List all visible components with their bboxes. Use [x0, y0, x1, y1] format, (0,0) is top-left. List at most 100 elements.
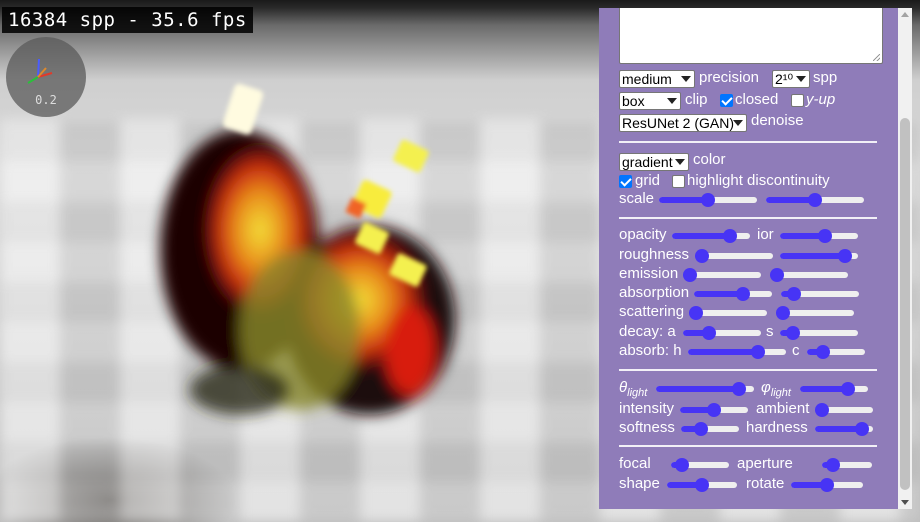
- clip-select[interactable]: box: [619, 92, 681, 110]
- intensity-label: intensity: [619, 400, 675, 417]
- theta-light-symbol: θ: [619, 379, 628, 396]
- slider-thumb[interactable]: [776, 306, 790, 320]
- slider-thumb[interactable]: [701, 193, 715, 207]
- slider-thumb[interactable]: [731, 382, 746, 396]
- absorption-slider-1[interactable]: [694, 287, 772, 301]
- precision-select-value: medium: [622, 71, 672, 87]
- emission-slider-1[interactable]: [683, 268, 761, 282]
- opacity-slider[interactable]: [672, 229, 750, 243]
- closed-checkbox[interactable]: [720, 94, 733, 107]
- fps-counter: 16384 spp - 35.6 fps: [2, 7, 253, 33]
- slider-thumb[interactable]: [808, 193, 822, 207]
- absorb-h-slider[interactable]: [688, 345, 786, 359]
- rotate-slider[interactable]: [791, 478, 863, 492]
- focal-slider[interactable]: [671, 458, 729, 472]
- slider-thumb[interactable]: [818, 229, 833, 243]
- roughness-slider-2[interactable]: [780, 249, 858, 263]
- spp-select-value: 2¹⁰: [775, 71, 794, 87]
- slider-thumb[interactable]: [694, 422, 709, 436]
- spp-label: spp: [813, 69, 838, 86]
- precision-select[interactable]: medium: [619, 70, 695, 88]
- chevron-down-icon: [675, 159, 685, 165]
- slider-thumb[interactable]: [825, 458, 840, 472]
- decay-s-slider[interactable]: [780, 326, 858, 340]
- ambient-slider[interactable]: [815, 403, 873, 417]
- slider-thumb[interactable]: [675, 458, 690, 472]
- grid-checkbox[interactable]: [619, 175, 632, 188]
- scroll-down-icon[interactable]: [901, 500, 909, 505]
- theta-light-slider[interactable]: [656, 382, 754, 396]
- theta-light-label: θlight: [619, 379, 647, 402]
- chevron-down-icon: [796, 76, 806, 82]
- ambient-label: ambient: [756, 400, 810, 417]
- scale-label: scale: [619, 190, 655, 207]
- slider-thumb[interactable]: [787, 287, 802, 301]
- slider-thumb[interactable]: [815, 345, 830, 359]
- slider-thumb[interactable]: [707, 403, 721, 417]
- softness-slider[interactable]: [681, 422, 739, 436]
- slider-thumb[interactable]: [723, 229, 738, 243]
- slider-fill: [780, 253, 845, 259]
- shape-slider[interactable]: [667, 478, 737, 492]
- slider-thumb[interactable]: [854, 422, 869, 436]
- slider-thumb[interactable]: [683, 268, 697, 282]
- slider-thumb[interactable]: [702, 326, 717, 340]
- color-select-value: gradient: [622, 154, 673, 170]
- decay-a-slider[interactable]: [683, 326, 761, 340]
- theta-light-subscript: light: [627, 387, 648, 399]
- softness-label: softness: [619, 419, 675, 436]
- slider-thumb[interactable]: [689, 306, 703, 320]
- absorption-slider-2[interactable]: [781, 287, 859, 301]
- absorb-c-label: c: [792, 342, 800, 359]
- slider-thumb[interactable]: [786, 326, 801, 340]
- chevron-down-icon: [681, 76, 691, 82]
- slider-thumb[interactable]: [695, 249, 709, 263]
- precision-label: precision: [699, 69, 760, 86]
- chevron-down-icon: [667, 98, 677, 104]
- clip-label: clip: [685, 91, 708, 108]
- scattering-label: scattering: [619, 303, 685, 320]
- denoise-label: denoise: [751, 112, 804, 129]
- phi-light-label: φlight: [761, 379, 791, 402]
- scroll-up-icon[interactable]: [901, 12, 909, 17]
- spp-select[interactable]: 2¹⁰: [772, 70, 810, 88]
- panel-divider: [619, 141, 877, 143]
- aperture-slider[interactable]: [822, 458, 872, 472]
- absorb-c-slider[interactable]: [807, 345, 865, 359]
- slider-fill: [672, 233, 731, 239]
- slider-thumb[interactable]: [770, 268, 784, 282]
- slider-thumb[interactable]: [751, 345, 765, 359]
- absorption-label: absorption: [619, 284, 690, 301]
- highlight-discontinuity-checkbox[interactable]: [672, 175, 685, 188]
- phi-light-slider[interactable]: [800, 382, 868, 396]
- gizmo-scale-label: 0.2: [35, 93, 57, 107]
- slider-thumb[interactable]: [815, 403, 829, 417]
- slider-thumb[interactable]: [837, 249, 852, 263]
- scattering-slider-1[interactable]: [689, 306, 767, 320]
- focal-label: focal: [619, 455, 651, 472]
- scale-slider-1[interactable]: [659, 193, 757, 207]
- ior-slider[interactable]: [780, 229, 858, 243]
- resize-grip-icon[interactable]: [873, 54, 880, 61]
- hardness-slider[interactable]: [815, 422, 873, 436]
- emission-slider-2[interactable]: [770, 268, 848, 282]
- slider-thumb[interactable]: [695, 478, 709, 492]
- axis-gizmo[interactable]: 0.2: [6, 37, 86, 117]
- denoise-select[interactable]: ResUNet 2 (GAN): [619, 114, 747, 132]
- denoise-select-value: ResUNet 2 (GAN): [622, 115, 735, 131]
- slider-thumb[interactable]: [735, 287, 750, 301]
- intensity-slider[interactable]: [680, 403, 748, 417]
- roughness-label: roughness: [619, 246, 690, 263]
- roughness-slider-1[interactable]: [695, 249, 773, 263]
- color-select[interactable]: gradient: [619, 153, 689, 171]
- scrollbar-thumb[interactable]: [900, 118, 910, 490]
- yup-checkbox[interactable]: [791, 94, 804, 107]
- slider-thumb[interactable]: [820, 478, 834, 492]
- scattering-slider-2[interactable]: [776, 306, 854, 320]
- shape-label: shape: [619, 475, 660, 492]
- panel-scrollbar[interactable]: [898, 8, 912, 509]
- scale-slider-2[interactable]: [766, 193, 864, 207]
- slider-thumb[interactable]: [840, 382, 855, 396]
- panel-divider: [619, 445, 877, 447]
- shader-code-textarea[interactable]: [619, 8, 883, 64]
